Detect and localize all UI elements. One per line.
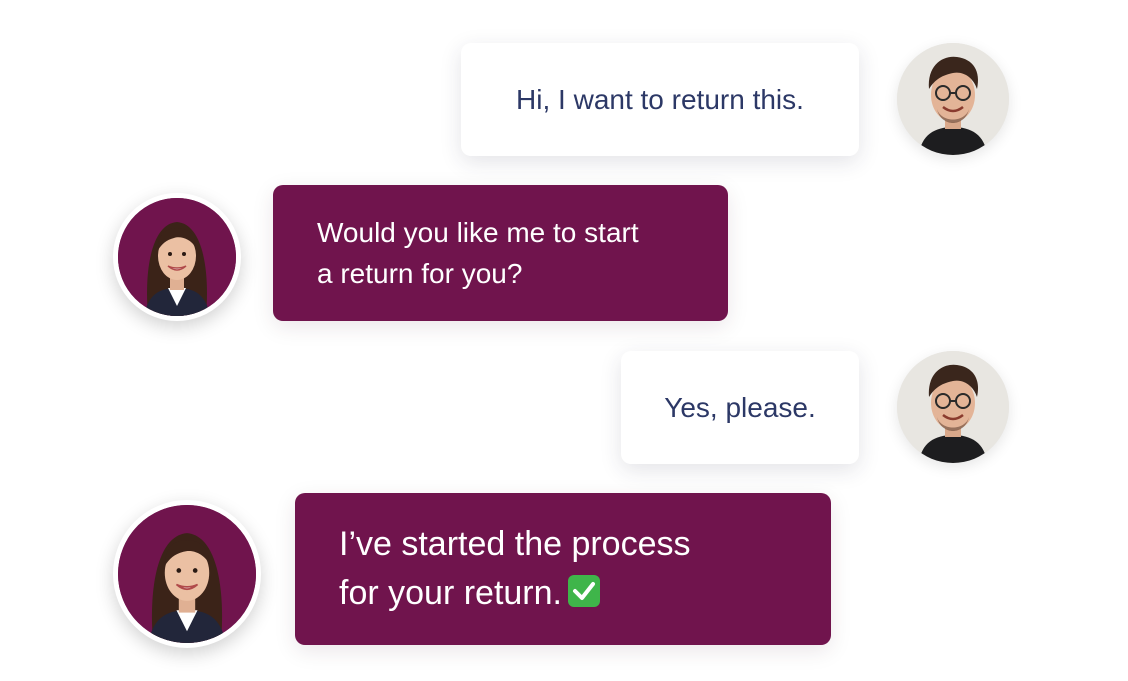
message-text: Hi, I want to return this. [516, 83, 804, 115]
customer-avatar [897, 351, 1009, 463]
chat-conversation: Hi, I want to return this. Would you lik… [0, 0, 1128, 681]
check-mark-icon [567, 575, 600, 607]
message-text-line-1: I’ve started the process [339, 525, 691, 563]
customer-message-bubble: Hi, I want to return this. [461, 43, 859, 156]
customer-message-bubble: Yes, please. [621, 351, 859, 464]
woman-avatar-icon [118, 505, 256, 643]
message-text: for your return. [339, 574, 562, 612]
message-text-line-2: for your return. [339, 569, 831, 618]
woman-avatar-icon [118, 198, 236, 316]
agent-message-bubble: I’ve started the process for your return… [295, 493, 831, 645]
man-avatar-icon [897, 43, 1009, 155]
customer-avatar [897, 43, 1009, 155]
message-text: Yes, please. [664, 391, 816, 423]
agent-message-bubble: Would you like me to start a return for … [273, 185, 728, 321]
man-avatar-icon [897, 351, 1009, 463]
message-text-line-1: Would you like me to start [317, 217, 639, 248]
agent-avatar [113, 193, 241, 321]
message-text-line-2: a return for you? [317, 258, 523, 289]
agent-avatar [113, 500, 261, 648]
